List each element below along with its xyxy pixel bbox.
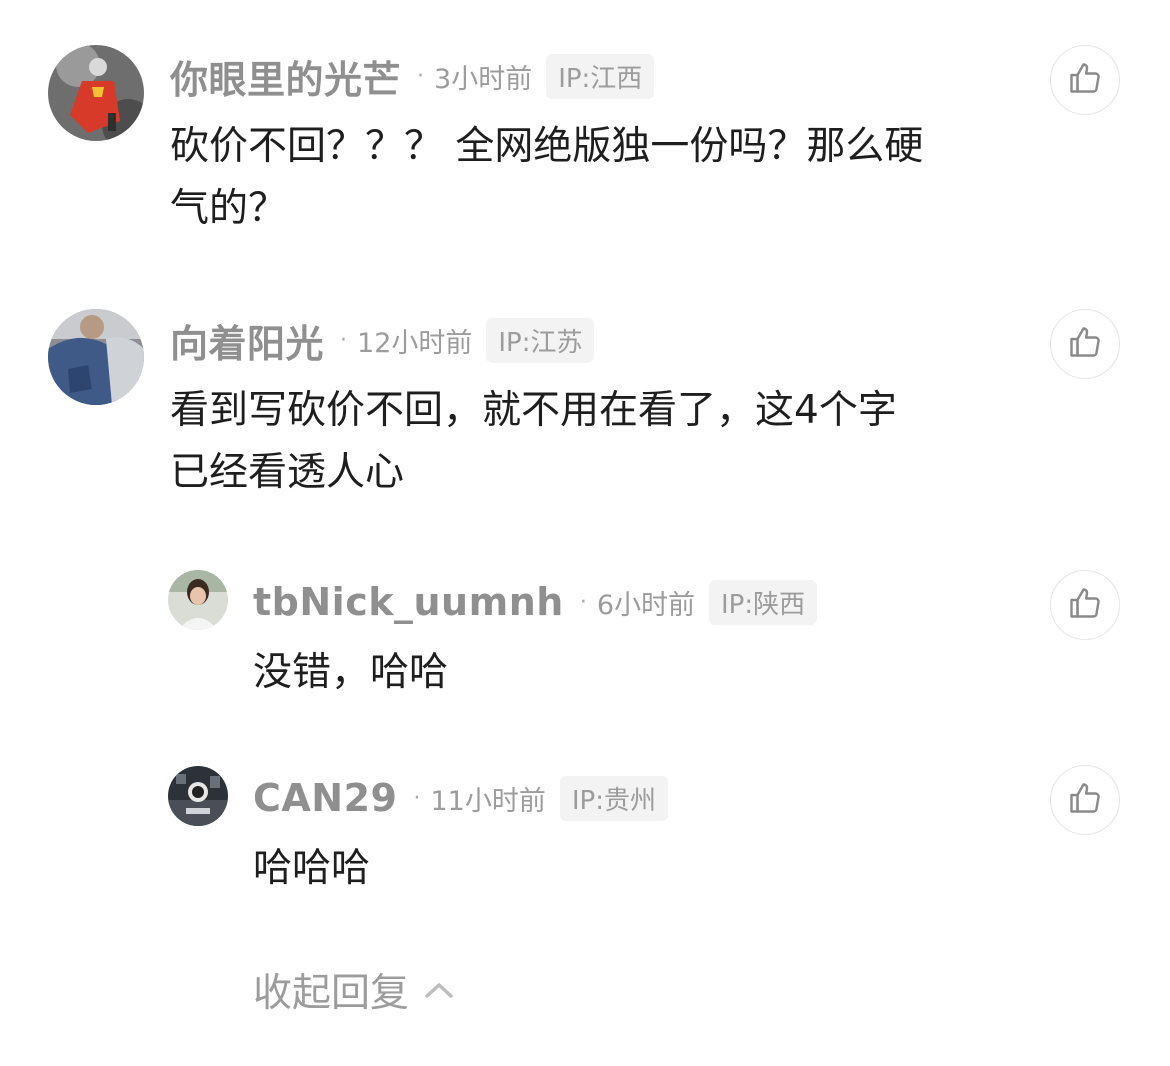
avatar[interactable]	[48, 309, 144, 405]
comment-text-line: 看到写砍价不回，就不用在看了，这4个字	[170, 388, 897, 433]
collapse-replies-button[interactable]: 收起回复	[253, 962, 455, 1018]
timestamp: 3小时前	[434, 63, 533, 95]
like-button[interactable]	[1050, 765, 1120, 835]
avatar[interactable]	[48, 45, 144, 141]
like-button[interactable]	[1050, 309, 1120, 379]
comment-text-line: 气的？	[170, 186, 288, 231]
username[interactable]: 向着阳光	[170, 313, 324, 368]
ip-location-badge: IP:贵州	[559, 775, 668, 821]
username[interactable]: CAN29	[253, 776, 397, 820]
timestamp: 11小时前	[430, 785, 546, 817]
thumbs-up-icon	[1067, 585, 1103, 625]
username[interactable]: 你眼里的光芒	[170, 49, 401, 104]
thumbs-up-icon	[1067, 60, 1103, 100]
comment-text-line: 已经看透人心	[170, 450, 405, 495]
collapse-replies-label: 收起回复	[253, 971, 410, 1016]
comment-text: 看到写砍价不回，就不用在看了，这4个字 已经看透人心	[170, 380, 990, 504]
username[interactable]: tbNick_uumnh	[253, 580, 564, 624]
avatar[interactable]	[168, 570, 228, 630]
ip-location-badge: IP:陕西	[709, 579, 818, 625]
separator-dot: ·	[579, 589, 587, 615]
ip-location-badge: IP:江苏	[486, 317, 595, 363]
chevron-up-icon	[423, 979, 455, 1001]
avatar[interactable]	[168, 766, 228, 826]
reply-text: 没错，哈哈	[253, 650, 449, 695]
ip-location-badge: IP:江西	[546, 53, 655, 99]
separator-dot: ·	[413, 785, 421, 811]
like-button[interactable]	[1050, 570, 1120, 640]
separator-dot: ·	[417, 63, 425, 89]
thumbs-up-icon	[1067, 780, 1103, 820]
thumbs-up-icon	[1067, 324, 1103, 364]
separator-dot: ·	[340, 327, 348, 353]
timestamp: 12小时前	[357, 327, 473, 359]
comment-text-line: 砍价不回？？？ 全网绝版独一份吗？那么硬	[170, 124, 924, 169]
like-button[interactable]	[1050, 45, 1120, 115]
comment-text: 砍价不回？？？ 全网绝版独一份吗？那么硬 气的？	[170, 116, 990, 240]
timestamp: 6小时前	[596, 589, 695, 621]
reply-text: 哈哈哈	[253, 846, 371, 891]
